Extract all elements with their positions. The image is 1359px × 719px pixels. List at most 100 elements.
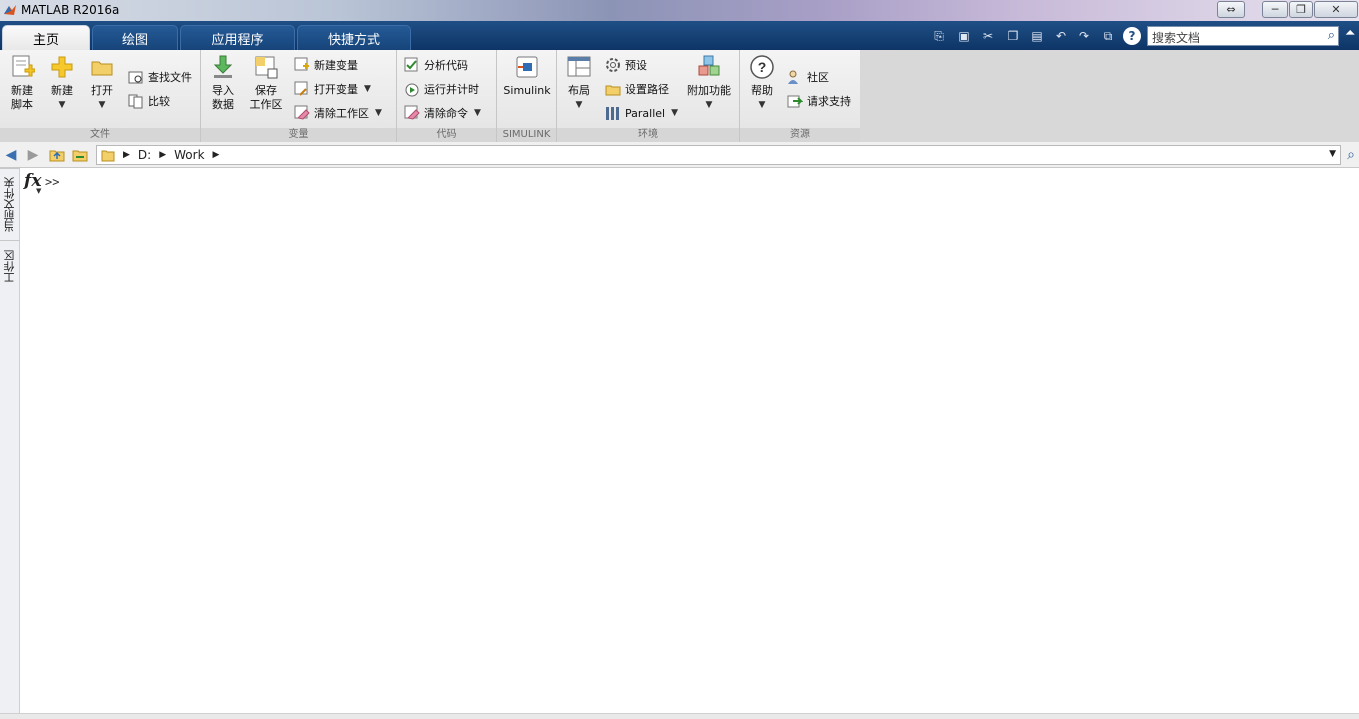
new-shortcut-icon[interactable]: ⎘ (930, 27, 948, 45)
paste-icon[interactable]: ▤ (1028, 27, 1046, 45)
tab-apps[interactable]: 应用程序 (180, 25, 295, 50)
group-resources: ? 帮助 ▼ 社区 请求支持 资源 (740, 50, 860, 142)
tab-workspace[interactable]: 工作区 (0, 240, 20, 292)
path-dropdown-icon[interactable]: ▼ (1329, 149, 1336, 159)
compare-label: 比较 (148, 95, 170, 108)
tab-shortcuts[interactable]: 快捷方式 (297, 25, 411, 50)
import-data-button[interactable]: 导入 数据 (206, 54, 240, 112)
analyze-code-icon (404, 57, 418, 72)
command-window[interactable]: fx ▼ >> (20, 168, 1359, 713)
address-bar: ◀ ▶ ▶ D: ▶ Work ▶ ▼ ⌕ (0, 142, 1359, 168)
find-files-label: 查找文件 (148, 71, 192, 84)
request-support-button[interactable]: 请求支持 (787, 93, 851, 109)
up-folder-icon[interactable] (48, 147, 66, 163)
set-path-label: 设置路径 (625, 83, 669, 96)
window-title: MATLAB R2016a (21, 3, 120, 17)
new-script-label: 新建 脚本 (11, 84, 33, 111)
community-label: 社区 (807, 71, 829, 84)
find-files-button[interactable]: 查找文件 (128, 69, 192, 85)
set-path-icon (605, 85, 621, 96)
new-plus-icon (51, 56, 73, 78)
open-variable-button[interactable]: 打开变量 ▼ (294, 81, 371, 97)
path-separator-icon[interactable]: ▶ (213, 150, 220, 160)
import-data-icon (213, 55, 233, 78)
clear-commands-button[interactable]: 清除命令 ▼ (404, 105, 481, 121)
open-button[interactable]: 打开 ▼ (86, 54, 118, 112)
analyze-code-button[interactable]: 分析代码 (404, 57, 468, 73)
path-segment-drive[interactable]: D: (138, 148, 151, 162)
analyze-code-label: 分析代码 (424, 59, 468, 72)
function-browser-dropdown-icon[interactable]: ▼ (36, 187, 41, 195)
open-variable-dropdown-icon[interactable]: ▼ (364, 84, 371, 94)
addons-dropdown-icon[interactable]: ▼ (706, 98, 713, 112)
close-button[interactable]: ✕ (1314, 1, 1358, 18)
help-label: 帮助 (751, 84, 773, 97)
help-dropdown-icon[interactable]: ▼ (759, 98, 766, 112)
group-code: 分析代码 运行并计时 清除命令 ▼ 代码 (397, 50, 497, 142)
tab-plots[interactable]: 绘图 (92, 25, 178, 50)
request-support-label: 请求支持 (807, 95, 851, 108)
layout-button[interactable]: 布局 ▼ (563, 54, 595, 112)
clear-workspace-icon (294, 105, 310, 120)
copy-icon[interactable]: ❐ (1004, 27, 1022, 45)
clear-commands-icon (404, 105, 420, 120)
simulink-icon (516, 56, 538, 78)
current-folder-path[interactable]: ▶ D: ▶ Work ▶ ▼ (96, 145, 1341, 165)
save-workspace-label: 保存 工作区 (249, 84, 283, 111)
simulink-button[interactable]: Simulink (502, 54, 552, 98)
addons-label: 附加功能 (687, 84, 731, 97)
open-folder-icon (91, 61, 113, 76)
set-path-button[interactable]: 设置路径 (605, 81, 669, 97)
new-variable-button[interactable]: 新建变量 (294, 57, 358, 73)
search-icon[interactable]: ⌕ (1328, 28, 1335, 43)
minimize-button[interactable]: ─ (1262, 1, 1288, 18)
community-button[interactable]: 社区 (787, 69, 829, 85)
new-button[interactable]: 新建 ▼ (46, 54, 78, 112)
collapse-ribbon-icon[interactable]: ⏶ (1345, 26, 1355, 41)
open-dropdown-icon[interactable]: ▼ (99, 98, 106, 112)
compare-button[interactable]: 比较 (128, 93, 170, 109)
browse-folder-icon[interactable] (71, 147, 89, 163)
addons-button[interactable]: 附加功能 ▼ (685, 54, 733, 112)
new-dropdown-icon[interactable]: ▼ (59, 98, 66, 112)
clear-commands-dropdown-icon[interactable]: ▼ (474, 108, 481, 118)
clear-workspace-dropdown-icon[interactable]: ▼ (375, 108, 382, 118)
group-environment: 布局 ▼ 预设 设置路径 Parallel ▼ 附加功能 ▼ 环境 (557, 50, 740, 142)
restore-layout-button[interactable]: ⇔ (1217, 1, 1245, 18)
clear-workspace-button[interactable]: 清除工作区 ▼ (294, 105, 382, 121)
parallel-button[interactable]: Parallel ▼ (605, 105, 678, 121)
group-label-resources: 资源 (740, 128, 860, 142)
save-workspace-icon (255, 56, 278, 79)
path-separator-icon[interactable]: ▶ (123, 150, 130, 160)
forward-arrow-icon[interactable]: ▶ (24, 147, 42, 163)
find-files-icon (128, 71, 143, 84)
command-prompt: >> (45, 175, 60, 189)
parallel-dropdown-icon[interactable]: ▼ (671, 108, 678, 118)
undo-icon[interactable]: ↶ (1052, 27, 1070, 45)
path-separator-icon[interactable]: ▶ (159, 150, 166, 160)
help-icon[interactable]: ? (1123, 27, 1141, 45)
new-script-button[interactable]: 新建 脚本 (6, 54, 38, 112)
new-variable-icon (294, 57, 309, 71)
tab-home[interactable]: 主页 (2, 25, 90, 50)
preferences-label: 预设 (625, 59, 647, 72)
redo-icon[interactable]: ↷ (1075, 27, 1093, 45)
search-documentation-input[interactable]: 搜索文档 ⌕ (1147, 26, 1339, 46)
maximize-button[interactable]: ❐ (1289, 1, 1313, 18)
group-variable: 导入 数据 保存 工作区 新建变量 打开变量 ▼ 清除工作区 ▼ 变量 (201, 50, 397, 142)
layout-dropdown-icon[interactable]: ▼ (576, 98, 583, 112)
search-folder-icon[interactable]: ⌕ (1342, 147, 1359, 163)
cut-icon[interactable]: ✂ (979, 27, 997, 45)
help-button[interactable]: ? 帮助 ▼ (746, 54, 778, 112)
tab-current-folder[interactable]: 当前文件夹 (0, 168, 20, 240)
switch-windows-icon[interactable]: ⧉ (1099, 27, 1117, 45)
back-arrow-icon[interactable]: ◀ (2, 147, 20, 163)
svg-text:?: ? (758, 59, 767, 75)
preferences-button[interactable]: 预设 (605, 57, 647, 73)
title-bar: MATLAB R2016a ⇔ ─ ❐ ✕ (0, 0, 1359, 21)
run-and-time-label: 运行并计时 (424, 83, 479, 96)
save-workspace-button[interactable]: 保存 工作区 (247, 54, 285, 112)
path-segment-work[interactable]: Work (174, 148, 204, 162)
save-icon[interactable]: ▣ (955, 27, 973, 45)
run-and-time-button[interactable]: 运行并计时 (404, 81, 479, 97)
